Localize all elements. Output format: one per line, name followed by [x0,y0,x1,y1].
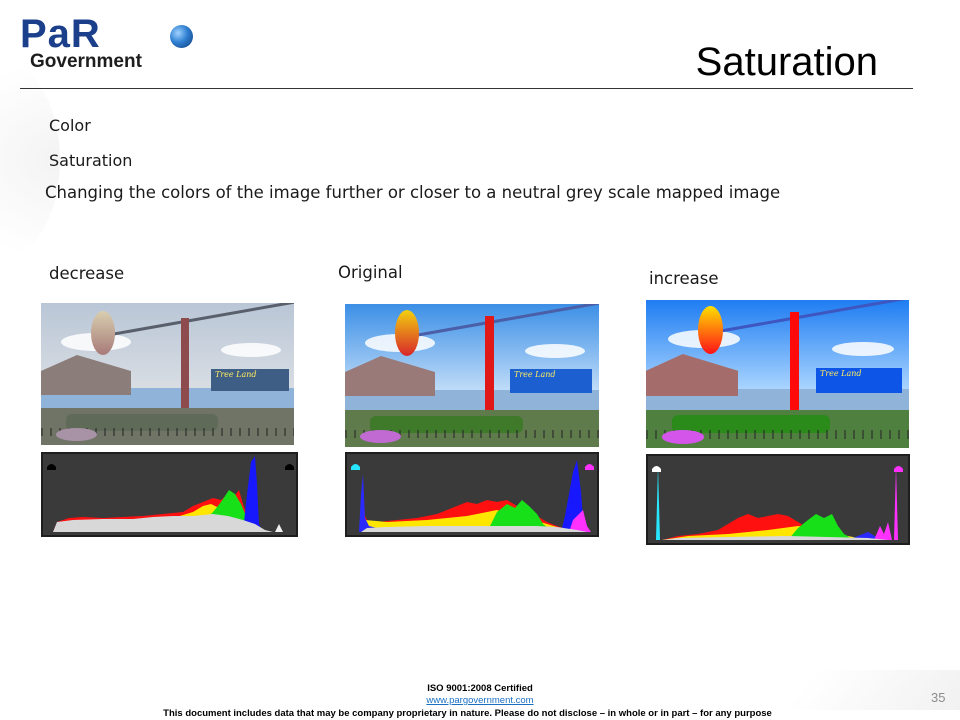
histogram-plot [53,456,283,532]
photo-increase: Tree Land [646,300,909,448]
logo-wordmark: PaR [20,12,101,56]
footer-website-link[interactable]: www.pargovernment.com [0,695,960,706]
caption-original: Original [338,263,403,282]
highlight-clipping-icon[interactable] [894,459,903,472]
highlight-clipping-icon[interactable] [585,457,594,470]
par-government-logo: PaR Government [20,12,200,76]
photo-original: Tree Land [345,304,599,447]
clip-glyph [47,464,56,470]
slide: PaR Government Saturation Color Saturati… [0,0,960,720]
histogram-original [345,452,599,537]
shadow-clipping-icon[interactable] [47,457,56,470]
histogram-plot [656,466,898,540]
clip-glyph [585,464,594,470]
shadow-clipping-icon[interactable] [652,459,661,472]
clip-glyph [285,464,294,470]
clip-glyph [351,464,360,470]
photo-decrease: Tree Land [41,303,294,445]
footer-certification: ISO 9001:2008 Certified [427,683,533,694]
description-text: Changing the colors of the image further… [45,183,781,202]
slide-number: 35 [931,690,946,705]
slide-title: Saturation [695,40,878,84]
caption-decrease: decrease [49,264,125,283]
category-label: Color [49,116,91,135]
clip-glyph [652,466,661,472]
caption-increase: increase [649,269,719,288]
subcategory-label: Saturation [49,151,133,170]
histogram-increase [646,454,910,545]
shadow-clipping-icon[interactable] [351,457,360,470]
histogram-plot [359,460,591,532]
histogram-decrease [41,452,298,537]
clip-glyph [894,466,903,472]
logo-subtitle: Government [30,51,142,72]
title-divider [20,88,913,89]
footer-disclaimer: This document includes data that may be … [163,708,772,719]
highlight-clipping-icon[interactable] [285,457,294,470]
globe-icon [170,25,193,48]
